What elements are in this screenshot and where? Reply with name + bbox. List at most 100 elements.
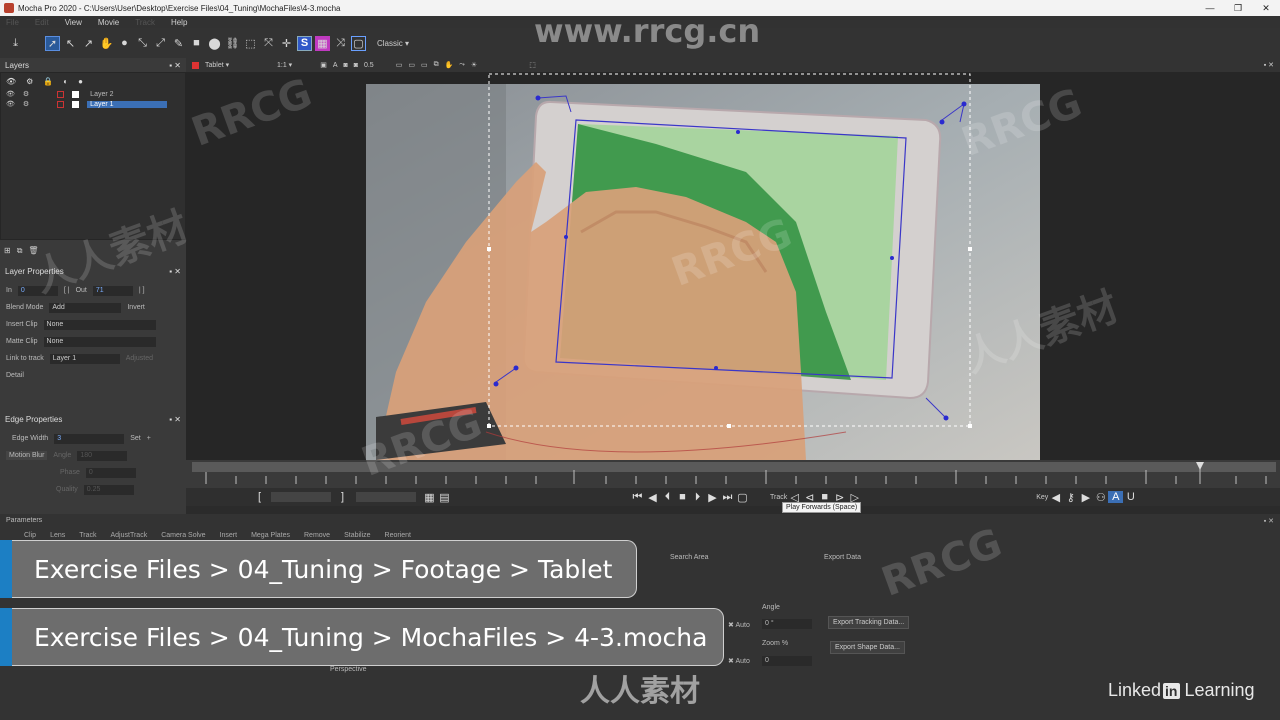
bbox-handle[interactable] [727, 424, 731, 428]
insert-clip-select[interactable]: None [43, 319, 156, 330]
menu-help[interactable]: Help [171, 18, 187, 27]
export-view-icon[interactable]: ⬚ [529, 61, 536, 69]
monitor-icon[interactable]: ▭ [396, 61, 403, 69]
surface-icon[interactable]: S [297, 35, 312, 51]
out-point-icon[interactable]: ] [335, 491, 350, 503]
magnet-icon[interactable]: U [1123, 491, 1138, 503]
step-back-icon[interactable]: ◀ [645, 491, 660, 504]
spline-point[interactable] [513, 365, 519, 371]
loop-icon[interactable]: ▢ [735, 491, 750, 504]
minimize-icon[interactable]: — [1196, 0, 1224, 16]
zoom-icon[interactable]: ● [117, 36, 132, 51]
color-icon[interactable]: ● [78, 77, 83, 86]
opacity-field[interactable]: 0.5 [364, 62, 374, 69]
invert-label[interactable]: Invert [127, 304, 145, 311]
add-layer-icon[interactable]: ⊞ [4, 246, 11, 256]
out-field[interactable]: 71 [92, 285, 133, 296]
hand-icon[interactable]: ✋ [99, 36, 114, 51]
go-start-icon[interactable]: ⏮ [630, 491, 645, 504]
surface-point[interactable] [890, 256, 894, 260]
alpha-icon[interactable]: A [333, 62, 338, 69]
cache-icon[interactable]: ▦ [422, 491, 437, 504]
monitor2-icon[interactable]: ▭ [408, 61, 415, 69]
motion-blur-button[interactable]: Motion Blur [6, 451, 48, 460]
bbox-handle[interactable] [487, 247, 491, 251]
bbox-handle[interactable] [968, 424, 972, 428]
stop-icon[interactable]: ■ [675, 491, 690, 503]
cog-icon[interactable]: ⚙ [26, 77, 33, 86]
layer-matte-swatch[interactable] [72, 90, 80, 98]
in-point-field[interactable] [271, 492, 331, 502]
duplicate-layer-icon[interactable]: ⧉ [17, 246, 23, 256]
angle-field[interactable]: 0 ° [762, 619, 812, 629]
panel-menu-icon[interactable]: ▪ ✕ [1264, 61, 1274, 69]
layer-color-swatch[interactable] [57, 90, 65, 98]
frame-icon[interactable]: ▢ [351, 35, 366, 51]
autokey-icon[interactable]: A [1108, 491, 1124, 503]
spline-point[interactable] [961, 101, 967, 107]
view-mode-icon[interactable]: ▣ [320, 61, 327, 69]
timeline-ruler[interactable] [186, 460, 1280, 488]
go-end-icon[interactable]: ⏭ [720, 491, 735, 504]
angle-field[interactable]: 180 [77, 450, 128, 461]
zoom-auto-checkbox[interactable]: ✖ Auto [728, 657, 750, 665]
spline-point[interactable] [493, 381, 499, 387]
layer-row[interactable]: 👁 ⚙ Layer 1 [1, 99, 185, 109]
next-key-icon[interactable]: ▶ [1078, 491, 1093, 504]
brush-icon[interactable]: ✎ [171, 36, 186, 51]
export-shape-data-button[interactable]: Export Shape Data... [830, 641, 905, 654]
cog-icon[interactable]: ⚙ [23, 100, 29, 108]
monitor3-icon[interactable]: ▭ [421, 61, 428, 69]
panel-close-icon[interactable]: ▪ ✕ [1264, 517, 1274, 525]
surface-point[interactable] [564, 235, 568, 239]
delete-layer-icon[interactable]: 🗑 [28, 246, 38, 256]
panel-close-icon[interactable]: ▪ ✕ [169, 61, 181, 70]
surface-point[interactable] [714, 366, 718, 370]
spline-point[interactable] [939, 119, 945, 125]
bezier-icon[interactable]: ⤢ [153, 36, 168, 51]
zoom-select[interactable]: 1:1 ▾ [277, 61, 292, 69]
play-forwards-icon[interactable]: ▶ [705, 491, 720, 504]
quality-field[interactable]: 0.25 [83, 484, 134, 495]
matte-view-icon[interactable]: ◙ [354, 62, 358, 69]
layer-name[interactable]: Layer 2 [87, 91, 167, 98]
edge-width-field[interactable]: 3 [54, 433, 125, 444]
save-icon[interactable]: ⤓ [8, 36, 23, 51]
phase-field[interactable]: 0 [85, 467, 136, 478]
transform-icon[interactable]: ⬚ [243, 36, 258, 51]
in-set-icon[interactable]: [ | [64, 287, 70, 294]
sun-icon[interactable]: ☀ [471, 61, 477, 69]
grid-icon[interactable]: ▦ [315, 35, 330, 51]
menu-view[interactable]: View [65, 18, 82, 27]
pick-tool-icon[interactable]: ➚ [45, 35, 60, 51]
link-icon[interactable]: ⛓ [225, 36, 240, 51]
lock-icon[interactable]: 🔒 [43, 77, 53, 86]
link-to-track-select[interactable]: Layer 1 [49, 353, 120, 364]
blend-mode-select[interactable]: Add [49, 302, 122, 313]
bbox-handle[interactable] [487, 424, 491, 428]
overlay-icon[interactable]: ◙ [344, 62, 348, 69]
set-plus-icon[interactable]: + [147, 435, 151, 442]
out-set-icon[interactable]: | ] [139, 287, 145, 294]
delete-key-icon[interactable]: ⚇ [1093, 491, 1108, 504]
layer-name[interactable]: Layer 1 [87, 100, 168, 108]
layer-row[interactable]: 👁 ⚙ Layer 2 [1, 89, 185, 99]
clip-select[interactable]: Tablet ▾ [205, 61, 271, 69]
film-icon[interactable]: ▤ [437, 491, 452, 504]
menu-edit[interactable]: Edit [35, 18, 49, 27]
eye-icon[interactable]: 👁 [6, 77, 16, 86]
menu-file[interactable]: File [6, 18, 19, 27]
viewer-canvas[interactable] [186, 72, 1280, 460]
timeline-track[interactable] [192, 462, 1276, 472]
menu-track[interactable]: Track [135, 18, 155, 27]
surface-point[interactable] [736, 130, 740, 134]
prev-key-icon[interactable]: ◀ [1048, 491, 1063, 504]
panel-close-icon[interactable]: ▪ ✕ [169, 267, 181, 276]
rect-icon[interactable]: ■ [189, 36, 204, 51]
layer-color-swatch[interactable] [57, 100, 65, 108]
export-tracking-data-button[interactable]: Export Tracking Data... [828, 616, 910, 629]
prev-frame-icon[interactable]: ⏴ [660, 491, 675, 504]
hand-view-icon[interactable]: ✋ [445, 61, 454, 69]
eye-icon[interactable]: 👁 [6, 100, 15, 108]
close-icon[interactable]: ✕ [1252, 0, 1280, 16]
